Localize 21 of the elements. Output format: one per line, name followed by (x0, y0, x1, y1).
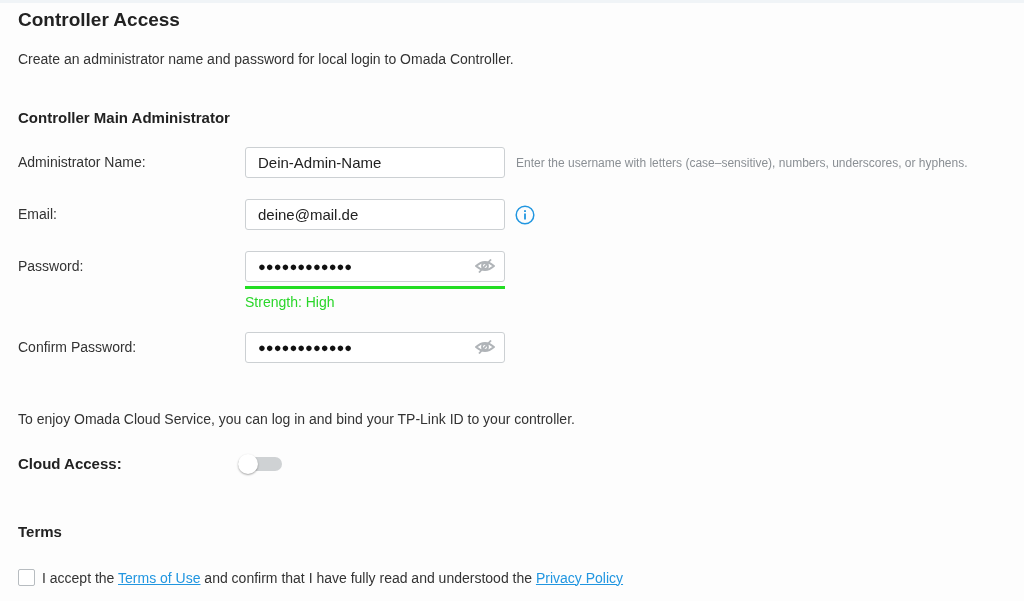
section-heading: Controller Main Administrator (18, 109, 231, 127)
cloud-access-toggle[interactable] (238, 456, 282, 471)
password-field[interactable]: ●●●●●●●●●●●● (245, 332, 505, 363)
field-label: Administrator Name: (18, 153, 147, 172)
checkbox[interactable] (18, 569, 35, 586)
eye-off-icon[interactable] (475, 340, 495, 354)
password-field[interactable]: ●●●●●●●●●●●● (245, 251, 505, 282)
text-field[interactable]: Dein-Admin-Name (245, 147, 505, 178)
description-text: Create an administrator name and password for local login to Omada Controller. (18, 50, 515, 68)
section-heading: Terms (18, 523, 63, 541)
agreement-text: I accept the Terms of Use and confirm that I have fully read and understood the Privacy Policy (42, 569, 624, 586)
field-label: Password: (18, 257, 85, 276)
page-title: Controller Access (18, 8, 181, 32)
field-label: Confirm Password: (18, 338, 138, 357)
eye-off-icon[interactable] (475, 259, 495, 273)
toggle-label: Cloud Access: (18, 454, 123, 474)
field-label: Email: (18, 205, 58, 224)
strength-text: Strength: High (245, 293, 336, 311)
text-field[interactable]: deine@mail.de (245, 199, 505, 230)
hint-text: Enter the username with letters (case–sensitive), numbers, underscores, or hyphens. (516, 155, 968, 170)
info-text: To enjoy Omada Cloud Service, you can log in and bind your TP-Link ID to your controller. (18, 410, 576, 428)
